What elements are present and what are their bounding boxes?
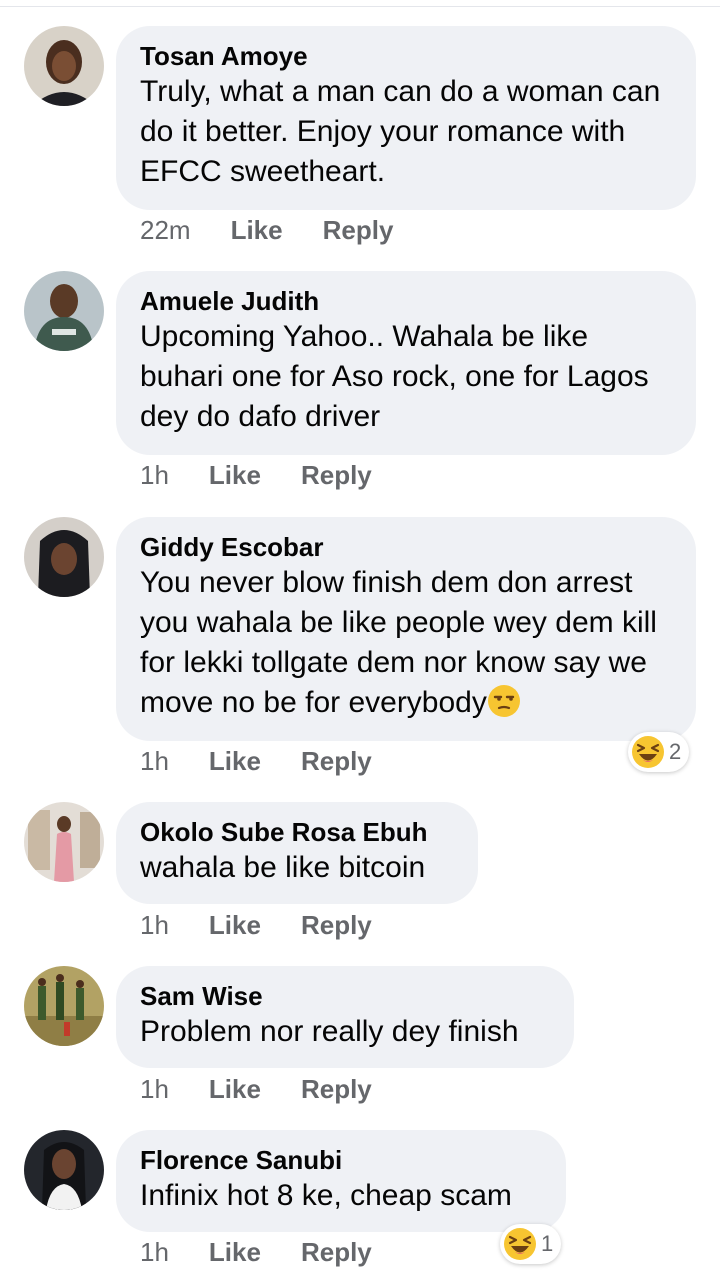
like-button[interactable]: Like <box>209 1074 261 1105</box>
comment-time[interactable]: 1h <box>140 460 169 491</box>
avatar[interactable] <box>24 26 104 106</box>
comment-text: Infinix hot 8 ke, cheap scam <box>140 1179 512 1212</box>
reaction-badge[interactable]: 2 <box>628 732 690 772</box>
avatar[interactable] <box>24 802 104 882</box>
comment-bubble: Amuele Judith Upcoming Yahoo.. Wahala be… <box>116 271 696 455</box>
reaction-badge[interactable]: 1 <box>500 1224 562 1264</box>
reply-button[interactable]: Reply <box>301 1237 372 1268</box>
comment-text: wahala be like bitcoin <box>140 851 426 884</box>
like-button[interactable]: Like <box>231 215 283 246</box>
comment-actions: 1h Like Reply <box>140 743 372 779</box>
avatar[interactable] <box>24 966 104 1046</box>
comment-bubble: Okolo Sube Rosa Ebuh wahala be like bitc… <box>116 802 478 904</box>
avatar-image <box>24 802 104 882</box>
comment-text: Problem nor really dey finish <box>140 1015 519 1048</box>
comment-bubble: Tosan Amoye Truly, what a man can do a w… <box>116 26 696 210</box>
avatar-image <box>24 517 104 597</box>
comment-author[interactable]: Tosan Amoye <box>140 40 672 72</box>
comment-time[interactable]: 1h <box>140 1237 169 1268</box>
comment-text-body: You never blow finish dem don arrest you… <box>140 566 657 719</box>
comment-actions: 1h Like Reply <box>140 457 372 493</box>
comment-time[interactable]: 22m <box>140 215 191 246</box>
comment-actions: 1h Like Reply <box>140 1234 372 1270</box>
comment-author[interactable]: Sam Wise <box>140 980 550 1012</box>
avatar-image <box>24 26 104 106</box>
comment-text: You never blow finish dem don arrest you… <box>140 563 672 723</box>
top-divider <box>0 6 720 7</box>
reply-button[interactable]: Reply <box>301 1074 372 1105</box>
comment-bubble: Florence Sanubi Infinix hot 8 ke, cheap … <box>116 1130 566 1232</box>
reply-button[interactable]: Reply <box>301 910 372 941</box>
comment-time[interactable]: 1h <box>140 910 169 941</box>
reaction-count: 2 <box>669 739 682 764</box>
comment-time[interactable]: 1h <box>140 1074 169 1105</box>
laughing-face-icon <box>504 1228 536 1260</box>
reply-button[interactable]: Reply <box>301 460 372 491</box>
avatar[interactable] <box>24 271 104 351</box>
reply-button[interactable]: Reply <box>301 746 372 777</box>
like-button[interactable]: Like <box>209 910 261 941</box>
comment-author[interactable]: Okolo Sube Rosa Ebuh <box>140 816 454 848</box>
avatar-image <box>24 1130 104 1210</box>
comment-actions: 22m Like Reply <box>140 212 393 248</box>
comment-time[interactable]: 1h <box>140 746 169 777</box>
laughing-face-icon <box>632 736 664 768</box>
comment-text: Upcoming Yahoo.. Wahala be like buhari o… <box>140 320 649 433</box>
avatar-image <box>24 966 104 1046</box>
avatar-image <box>24 271 104 351</box>
like-button[interactable]: Like <box>209 460 261 491</box>
like-button[interactable]: Like <box>209 1237 261 1268</box>
avatar[interactable] <box>24 1130 104 1210</box>
reaction-count: 1 <box>541 1231 554 1256</box>
comment-author[interactable]: Amuele Judith <box>140 285 672 317</box>
comment-bubble: Giddy Escobar You never blow finish dem … <box>116 517 696 741</box>
unamused-face-icon <box>487 685 520 717</box>
comment-actions: 1h Like Reply <box>140 1071 372 1107</box>
comment-bubble: Sam Wise Problem nor really dey finish <box>116 966 574 1068</box>
avatar[interactable] <box>24 517 104 597</box>
comment-text: Truly, what a man can do a woman can do … <box>140 75 661 188</box>
comment-author[interactable]: Florence Sanubi <box>140 1144 542 1176</box>
reply-button[interactable]: Reply <box>323 215 394 246</box>
comment-author[interactable]: Giddy Escobar <box>140 531 672 563</box>
comment-actions: 1h Like Reply <box>140 907 372 943</box>
like-button[interactable]: Like <box>209 746 261 777</box>
